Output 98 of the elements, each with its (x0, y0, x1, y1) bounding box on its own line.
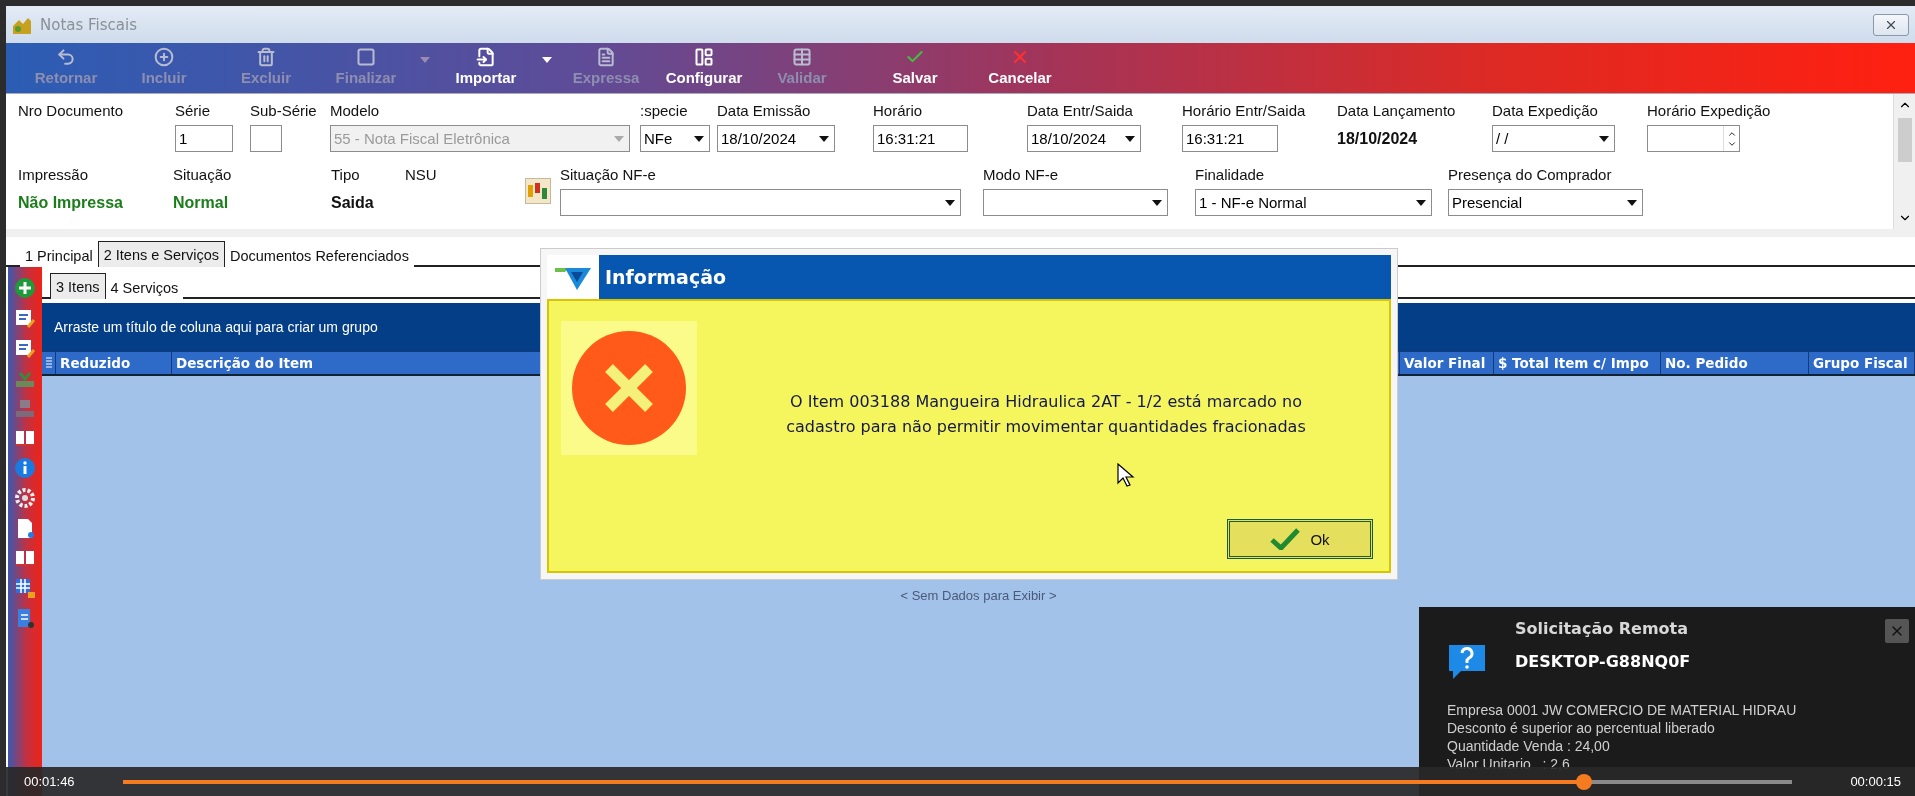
field-label: Modelo (330, 102, 381, 119)
text-field[interactable]: 16:31:21 (873, 125, 968, 152)
field-label: Data Expedição (1492, 102, 1599, 119)
dropdown-arrow-icon (1125, 135, 1135, 142)
spin-field[interactable] (1647, 125, 1740, 152)
field-value: Normal (173, 193, 230, 212)
scrollbar-thumb[interactable] (1897, 118, 1912, 162)
dropdown-field[interactable]: 1 - NF-e Normal (1195, 189, 1432, 216)
field-value: 18/10/2024 (1337, 129, 1419, 148)
mouse-cursor-icon (1117, 463, 1135, 487)
file-icon (476, 47, 496, 67)
text-field[interactable]: 1 (175, 125, 233, 152)
field-label: Data Lançamento (1337, 102, 1457, 119)
dropdown-field[interactable]: 18/10/2024 (717, 125, 835, 152)
dropdown-arrow-icon (1627, 199, 1637, 206)
square-icon (356, 47, 376, 67)
column-header[interactable]: Valor Final (1400, 352, 1494, 374)
text-field[interactable] (250, 125, 282, 152)
plus-icon (154, 47, 174, 67)
grid-icon[interactable] (14, 577, 36, 599)
field-label: Horário Entr/Saida (1182, 102, 1307, 119)
field-label: Data Entr/Saida (1027, 102, 1134, 119)
edit-icon[interactable] (14, 337, 36, 359)
dialog-message: cadastro para não permitir movimentar quantidades fracionadas (786, 417, 1306, 436)
toolbar-button[interactable]: Salvar (850, 43, 980, 93)
gear-icon[interactable] (14, 487, 36, 509)
layout-icon (694, 47, 714, 67)
dropdown-arrow-icon (694, 135, 704, 142)
column-header[interactable]: $ Total Item c/ Impo (1494, 352, 1661, 374)
field-label: Presença do Comprador (1448, 166, 1613, 183)
elapsed-time: 00:01:46 (24, 774, 75, 789)
field-label: Finalidade (1195, 166, 1266, 183)
field-label: Sub-Série (250, 102, 318, 119)
list-icon (45, 356, 52, 370)
dropdown-arrow-icon (1599, 135, 1609, 142)
notification-text: Empresa 0001 JW COMERCIO DE MATERIAL HIDRAU (1447, 701, 1798, 719)
dropdown-field[interactable]: NFe (640, 125, 710, 152)
window-title: Notas Fiscais (40, 15, 137, 34)
table-icon (792, 47, 812, 67)
tab[interactable]: 3 Itens (50, 273, 106, 299)
notification-text: Desconto é superior ao percentual liberado (1447, 719, 1716, 737)
field-label: Data Emissão (717, 102, 812, 119)
column-header[interactable]: No. Pedido (1661, 352, 1809, 374)
field-label: Horário (873, 102, 924, 119)
toolbar-button[interactable]: Importar (436, 43, 536, 93)
field-label: Modo NF-e (983, 166, 1060, 183)
numbers-button[interactable] (525, 178, 551, 204)
field-label: Situação (173, 166, 233, 183)
caret-icon (542, 57, 552, 63)
progress-thumb[interactable] (1575, 773, 1592, 790)
close-button[interactable] (1873, 13, 1909, 36)
group-hint: Arraste um título de coluna aqui para criar um grupo (54, 319, 378, 335)
info-icon[interactable] (14, 457, 36, 479)
tab[interactable]: 2 Itens e Serviços (97, 241, 225, 267)
caret-icon (420, 57, 430, 63)
column-header[interactable]: Reduzido (56, 352, 172, 374)
dialog-message: O Item 003188 Mangueira Hidraulica 2AT - 1/2 está marcado no (790, 392, 1302, 411)
add-icon[interactable] (14, 277, 36, 299)
notification-text: Quantidade Venda : 24,00 (1447, 737, 1611, 755)
remaining-time: 00:00:15 (1850, 774, 1901, 789)
dropdown-arrow-icon (614, 135, 624, 142)
blocks-icon (528, 183, 548, 199)
field-label: Nro Documento (18, 102, 125, 119)
error-icon (572, 331, 686, 445)
dropdown-arrow-icon (819, 135, 829, 142)
field-value: Saida (331, 193, 375, 212)
dropdown-field[interactable]: / / (1492, 125, 1615, 152)
toolbar-button[interactable]: Configurar (654, 43, 754, 93)
field-value: Não Impressa (18, 193, 124, 212)
dropdown-arrow-icon (945, 199, 955, 206)
dropdown-arrow-icon (1152, 199, 1162, 206)
empty-message: < Sem Dados para Exibir > (900, 588, 1057, 604)
field-label: Impressão (18, 166, 90, 183)
trash-icon (256, 47, 276, 67)
dialog-title: Informação (599, 255, 1391, 299)
edit-icon[interactable] (14, 307, 36, 329)
dropdown-field[interactable]: 18/10/2024 (1027, 125, 1141, 152)
text-field[interactable]: 16:31:21 (1182, 125, 1278, 152)
field-label: NSU (405, 166, 438, 183)
field-label: Série (175, 102, 212, 119)
document-icon (596, 47, 616, 67)
toolbar-button[interactable]: Cancelar (980, 43, 1060, 93)
dropdown-field[interactable]: Presencial (1448, 189, 1643, 216)
dropdown-field[interactable] (983, 189, 1168, 216)
notification-text: Valor Unitario : 2,6 (1447, 755, 1571, 773)
device-name: DESKTOP-G88NQ0F (1515, 652, 1691, 671)
close-button[interactable] (1885, 619, 1909, 643)
app-icon (12, 15, 32, 34)
field-label: :specie (640, 102, 689, 119)
field-label: Tipo (331, 166, 361, 183)
ok-button[interactable]: Ok (1227, 519, 1373, 559)
column-header[interactable]: Grupo Fiscal (1809, 352, 1915, 374)
check-icon (1270, 528, 1301, 550)
undo-icon (56, 47, 76, 67)
dropdown-field[interactable] (560, 189, 961, 216)
dropdown-arrow-icon (1416, 199, 1426, 206)
field-label: Situação NF-e (560, 166, 657, 183)
notification-title: Solicitação Remota (1515, 619, 1690, 638)
